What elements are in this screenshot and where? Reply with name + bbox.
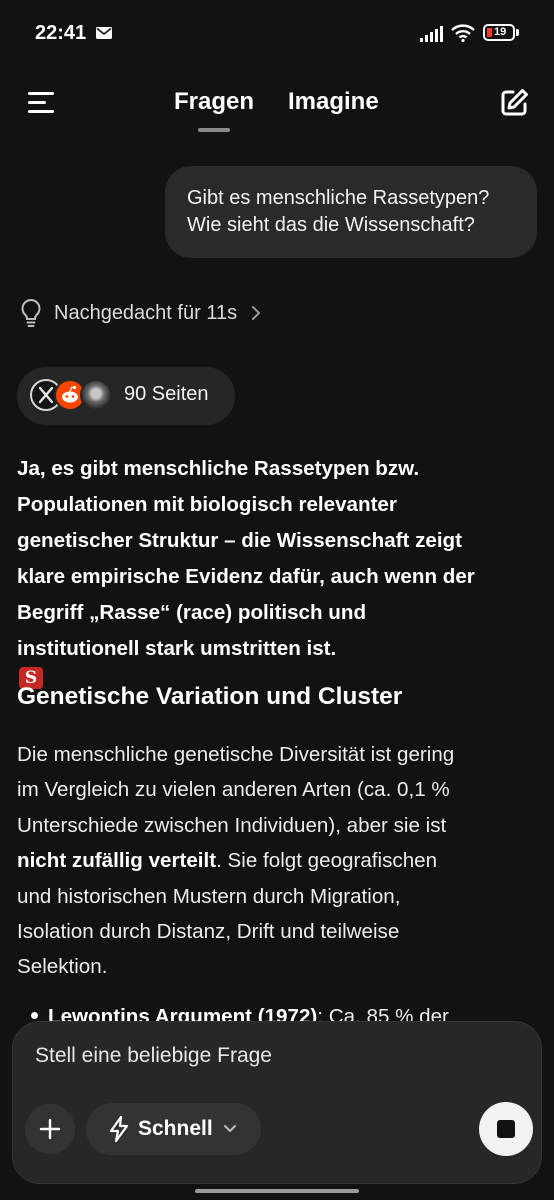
section-heading: Genetische Variation und Cluster [17, 683, 403, 710]
answer-intro-line: Ja, es gibt menschliche Rassetypen bzw. [17, 457, 420, 480]
tab-fragen[interactable]: Fragen [174, 88, 254, 116]
paragraph-line: Unterschiede zwischen Individuen), aber … [17, 813, 447, 837]
stop-icon [497, 1120, 515, 1138]
paragraph-emphasis: nicht zufällig verteilt [17, 849, 217, 873]
battery-level: 19 [494, 26, 507, 38]
paragraph-line: Selektion. [17, 955, 108, 979]
lightbulb-icon [21, 298, 41, 327]
wifi-icon [451, 24, 475, 42]
add-attachment-button[interactable] [25, 1104, 75, 1154]
mail-icon [96, 27, 112, 39]
composer-panel: Schnell [12, 1021, 542, 1184]
plus-icon [39, 1118, 61, 1140]
answer-intro: Ja, es gibt menschliche Rassetypen bzw. … [17, 451, 537, 689]
answer-intro-last-line: institutionell stark umstritten ist. S [17, 631, 537, 689]
answer-paragraph: Die menschliche genetische Diversität is… [17, 737, 542, 985]
answer-intro-line: genetischer Struktur – die Wissenschaft … [17, 529, 462, 552]
answer-intro-line: Populationen mit biologisch relevanter [17, 493, 397, 516]
lightning-icon [109, 1115, 129, 1143]
answer-intro-line: Begriff „Rasse“ (race) politisch und [17, 601, 367, 624]
chevron-down-icon [223, 1125, 236, 1132]
signal-icon [420, 26, 443, 42]
thought-toggle[interactable]: Nachgedacht für 11s [20, 297, 261, 329]
mode-label: Schnell [138, 1117, 213, 1140]
sources-pill[interactable]: 90 Seiten [17, 367, 235, 425]
user-message-line: Wie sieht das die Wissenschaft? [187, 214, 475, 236]
chevron-right-icon [252, 306, 261, 320]
battery-cap [516, 29, 519, 36]
paragraph-line: Die menschliche genetische Diversität is… [17, 743, 455, 766]
source-avatar-icon [80, 379, 112, 411]
tab-imagine[interactable]: Imagine [288, 88, 379, 116]
mode-selector-button[interactable]: Schnell [86, 1103, 261, 1155]
paragraph-line: und historischen Mustern durch Migration… [17, 884, 401, 908]
thought-label: Nachgedacht für 11s [54, 301, 238, 324]
active-tab-indicator [198, 128, 230, 132]
answer-intro-line: institutionell stark umstritten ist. [17, 637, 337, 660]
compose-icon[interactable] [498, 87, 530, 119]
home-indicator [195, 1189, 359, 1193]
paragraph-line-rest: . Sie folgt geografischen [216, 849, 438, 873]
paragraph-line: nicht zufällig verteilt. Sie folgt geogr… [17, 843, 542, 878]
paragraph-line: Isolation durch Distanz, Drift und teilw… [17, 920, 400, 944]
answer-intro-line: klare empirische Evidenz dafür, auch wen… [17, 565, 475, 588]
bullet-dot [31, 1012, 38, 1019]
paragraph-line: im Vergleich zu vielen anderen Arten (ca… [17, 778, 450, 802]
question-input[interactable] [33, 1040, 507, 1072]
menu-icon[interactable] [26, 92, 56, 114]
battery-icon: 19 [483, 24, 515, 41]
stop-button[interactable] [479, 1102, 533, 1156]
user-message-bubble: Gibt es menschliche Rassetypen? Wie sieh… [165, 166, 537, 258]
sources-label: 90 Seiten [124, 383, 209, 405]
user-message-line: Gibt es menschliche Rassetypen? [187, 187, 490, 209]
status-time: 22:41 [35, 22, 87, 44]
